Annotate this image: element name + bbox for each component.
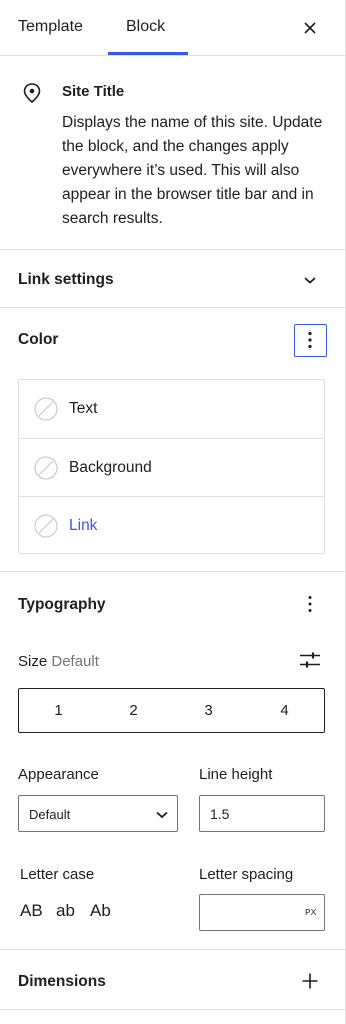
letter-spacing-unit[interactable]: PX [305,907,316,917]
font-size-option-1[interactable]: 1 [21,689,96,732]
letter-case-capitalize-button[interactable]: Ab [90,901,111,921]
dimensions-title: Dimensions [18,973,106,990]
font-size-option-4[interactable]: 4 [247,689,322,732]
appearance-label: Appearance [18,766,99,783]
color-panel: Color Text Background Link [0,308,346,572]
typography-title: Typography [18,596,106,613]
close-icon [304,22,316,34]
letter-spacing-label: Letter spacing [199,866,294,883]
location-pin-icon [23,83,41,104]
chevron-down-icon [156,811,168,819]
no-color-icon [34,397,58,421]
color-item-label: Link [69,517,98,534]
color-options-button[interactable] [294,324,327,357]
no-color-icon [34,456,58,480]
font-size-option-2[interactable]: 2 [96,689,171,732]
letter-spacing-control: PX [199,894,325,931]
color-item-background[interactable]: Background [19,438,324,496]
color-item-text[interactable]: Text [19,380,324,438]
color-item-label: Text [69,400,98,417]
block-card: Site Title Displays the name of this sit… [0,56,346,250]
chevron-down-icon [304,277,316,284]
close-sidebar-button[interactable] [296,14,324,42]
color-item-link[interactable]: Link [19,496,324,554]
typography-panel: Typography Size Default 1 2 3 4 Appearan… [0,572,346,950]
letter-case-uppercase-button[interactable]: AB [20,901,43,921]
dimensions-panel[interactable]: Dimensions [0,950,346,1010]
active-tab-indicator [108,52,188,55]
color-settings-list: Text Background Link [18,379,325,554]
appearance-selected-value: Default [29,807,71,822]
font-size-label-text: Size [18,653,48,670]
font-size-current-value: Default [51,653,99,670]
line-height-label: Line height [199,766,273,783]
color-item-label: Background [69,459,152,476]
tab-block[interactable]: Block [126,0,165,56]
typography-options-button[interactable] [300,592,320,616]
more-vertical-icon [308,331,312,349]
block-inspector-panel: Template Block Site Title Displays the n… [0,0,346,1024]
block-description: Displays the name of this site. Update t… [62,114,323,227]
sliders-icon [300,652,320,668]
custom-size-toggle[interactable] [298,648,322,672]
more-vertical-icon [308,596,312,612]
color-title: Color [18,331,59,348]
no-color-icon [34,514,58,538]
letter-spacing-input[interactable] [200,895,296,930]
letter-case-lowercase-button[interactable]: ab [56,901,75,921]
tab-template[interactable]: Template [18,0,83,56]
appearance-select[interactable]: Default [18,795,178,832]
link-settings-panel-toggle[interactable]: Link settings [0,250,346,308]
link-settings-title: Link settings [18,271,114,288]
line-height-input[interactable] [199,795,325,832]
sidebar-tabs: Template Block [0,0,346,56]
font-size-label: Size Default [18,653,99,670]
letter-case-label: Letter case [20,866,95,883]
block-title: Site Title [62,83,125,100]
font-size-option-3[interactable]: 3 [171,689,246,732]
plus-icon [302,973,318,989]
font-size-toggle-group: 1 2 3 4 [18,688,325,733]
